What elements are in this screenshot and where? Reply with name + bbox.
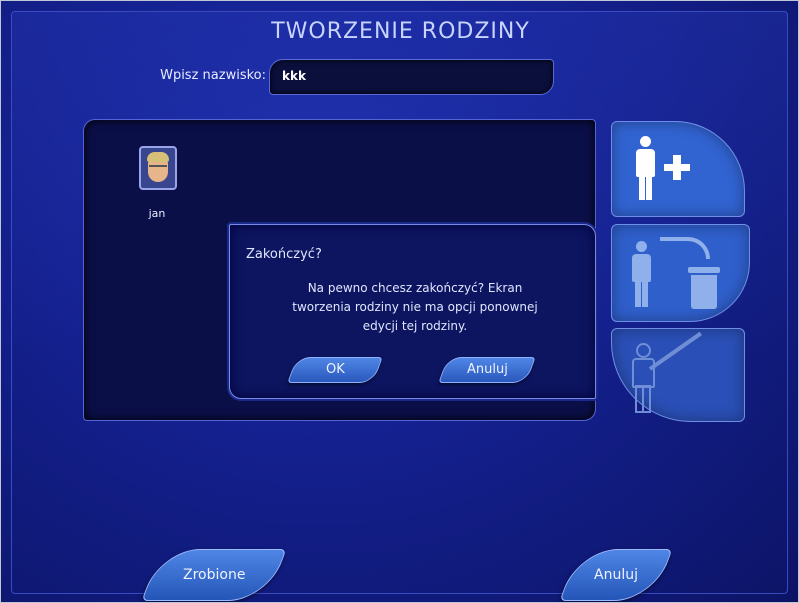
ok-button[interactable]: OK bbox=[287, 357, 383, 383]
surname-input-value: kkk bbox=[282, 69, 306, 83]
delete-member-button[interactable] bbox=[611, 224, 750, 322]
dialog-cancel-button[interactable]: Anuluj bbox=[438, 357, 536, 383]
page-title: TWORZENIE RODZINY bbox=[271, 19, 530, 44]
surname-input[interactable]: kkk bbox=[269, 59, 554, 95]
confirm-finish-dialog: Zakończyć? Na pewno chcesz zakończyć? Ek… bbox=[229, 224, 596, 399]
family-creation-screen: TWORZENIE RODZINY Wpisz nazwisko: kkk ja… bbox=[0, 0, 799, 603]
ok-button-label: OK bbox=[325, 362, 345, 377]
edit-person-icon bbox=[630, 331, 730, 415]
member-avatar[interactable] bbox=[139, 146, 177, 190]
cancel-button-label: Anuluj bbox=[594, 567, 638, 583]
dialog-message: Na pewno chcesz zakończyć? Ekran tworzen… bbox=[292, 281, 538, 333]
add-person-icon bbox=[634, 136, 694, 206]
done-button-label: Zrobione bbox=[182, 567, 246, 583]
dialog-cancel-label: Anuluj bbox=[466, 362, 508, 377]
member-name: jan bbox=[148, 207, 166, 220]
edit-member-button[interactable] bbox=[611, 328, 745, 422]
delete-person-icon bbox=[630, 237, 730, 313]
dialog-title: Zakończyć? bbox=[246, 247, 322, 262]
surname-label: Wpisz nazwisko: bbox=[160, 68, 266, 83]
